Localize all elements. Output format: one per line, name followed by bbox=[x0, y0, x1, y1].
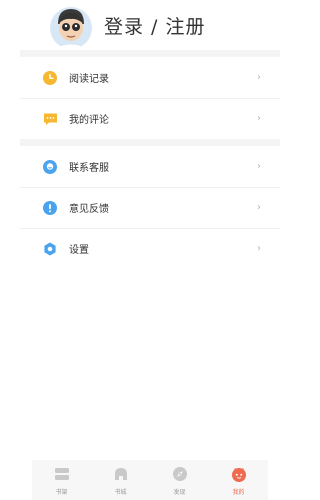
discover-icon bbox=[171, 466, 189, 482]
profile-header[interactable]: 登录 / 注册 bbox=[0, 0, 300, 50]
comment-icon bbox=[42, 111, 58, 127]
cartoon-avatar-icon[interactable] bbox=[46, 4, 96, 49]
menu-item-label: 我的评论 bbox=[69, 115, 109, 126]
tab-label: 书城 bbox=[114, 489, 127, 496]
menu-item-customer-service[interactable]: 联系客服 › bbox=[20, 146, 280, 187]
clock-icon bbox=[42, 70, 58, 86]
menu-item-my-comments[interactable]: 我的评论 › bbox=[20, 98, 280, 139]
tab-label: 发现 bbox=[173, 489, 186, 496]
bottom-tab-bar: 书架 书城 发现 我的 bbox=[32, 460, 268, 500]
menu-item-label: 联系客服 bbox=[69, 163, 109, 174]
login-register-link[interactable]: 登录 / 注册 bbox=[104, 12, 205, 39]
chevron-right-icon: › bbox=[257, 243, 261, 254]
chevron-right-icon: › bbox=[257, 113, 261, 124]
settings-icon bbox=[42, 241, 58, 257]
menu-item-label: 设置 bbox=[69, 245, 89, 256]
tab-label: 书架 bbox=[55, 489, 68, 496]
tab-label: 我的 bbox=[232, 489, 245, 496]
tab-mine[interactable]: 我的 bbox=[209, 460, 268, 500]
menu-item-reading-history[interactable]: 阅读记录 › bbox=[20, 57, 280, 98]
chevron-right-icon: › bbox=[257, 161, 261, 172]
bookshelf-icon bbox=[53, 466, 71, 482]
tab-bookstore[interactable]: 书城 bbox=[91, 460, 150, 500]
chevron-right-icon: › bbox=[257, 202, 261, 213]
section-divider bbox=[20, 139, 280, 146]
chevron-right-icon: › bbox=[257, 72, 261, 83]
tab-discover[interactable]: 发现 bbox=[150, 460, 209, 500]
bookstore-icon bbox=[112, 466, 130, 482]
menu-item-label: 意见反馈 bbox=[69, 204, 109, 215]
section-divider bbox=[20, 50, 280, 57]
menu-item-feedback[interactable]: 意见反馈 › bbox=[20, 187, 280, 228]
menu-item-settings[interactable]: 设置 › bbox=[20, 228, 280, 269]
mine-icon bbox=[230, 466, 248, 482]
exclamation-icon bbox=[42, 200, 58, 216]
tab-bookshelf[interactable]: 书架 bbox=[32, 460, 91, 500]
customer-service-icon bbox=[42, 159, 58, 175]
menu-item-label: 阅读记录 bbox=[69, 74, 109, 85]
